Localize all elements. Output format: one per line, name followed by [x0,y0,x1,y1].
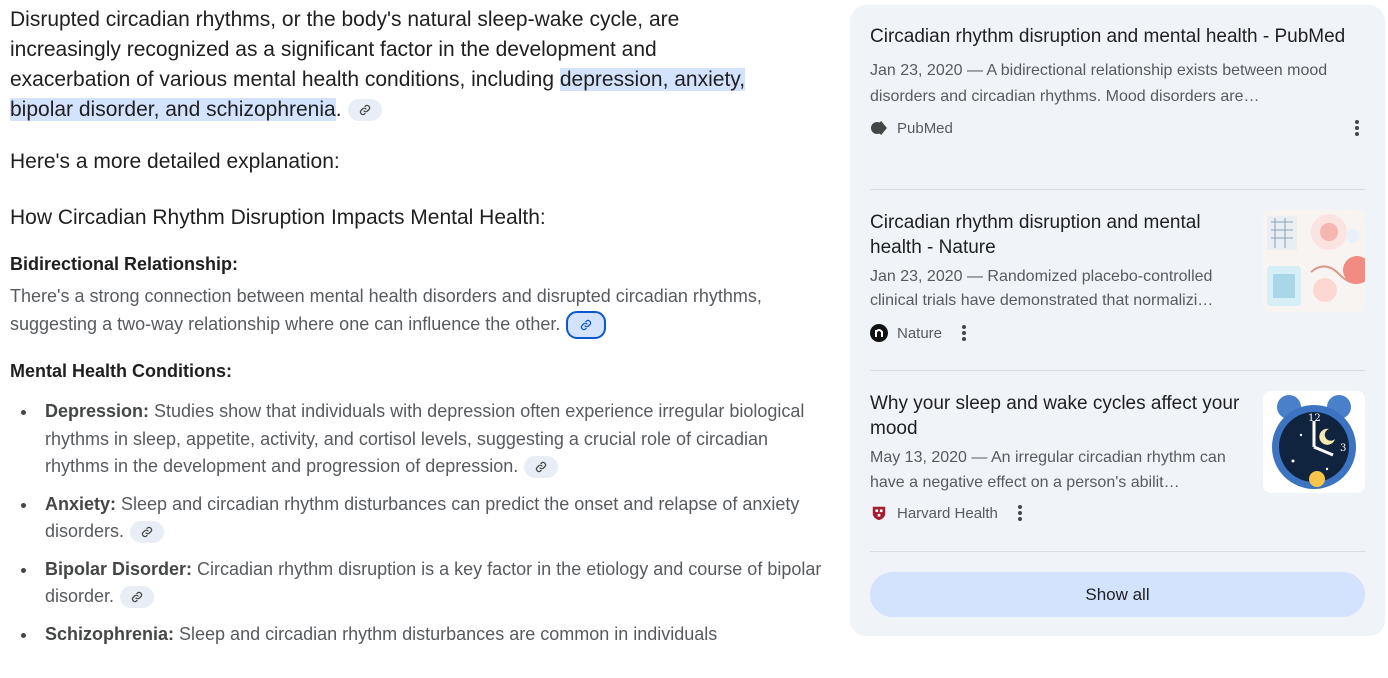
sources-panel: Circadian rhythm disruption and mental h… [850,5,1385,636]
source-footer: Harvard Health [870,504,1245,522]
source-title[interactable]: Why your sleep and wake cycles affect yo… [870,391,1245,441]
conditions-list: Depression: Studies show that individual… [10,398,835,658]
source-title[interactable]: Circadian rhythm disruption and mental h… [870,24,1365,49]
list-item: Bipolar Disorder: Circadian rhythm disru… [21,556,835,611]
divider [870,189,1365,190]
bidirectional-text: There's a strong connection between ment… [10,286,762,334]
nature-logo-icon [870,324,888,342]
list-item: Anxiety: Sleep and circadian rhythm dist… [21,491,835,546]
harvard-shield-icon [870,504,888,522]
condition-term: Depression: [45,401,150,421]
source-name: PubMed [897,119,953,137]
source-thumbnail[interactable] [1263,210,1365,312]
link-icon [536,462,547,473]
intro-paragraph: Disrupted circadian rhythms, or the body… [10,5,770,125]
divider [870,551,1365,552]
link-icon [359,105,370,116]
more-options-icon[interactable] [962,325,967,341]
source-card[interactable]: Circadian rhythm disruption and mental h… [870,24,1365,137]
condition-text: Studies show that individuals with depre… [45,401,805,476]
section-heading: How Circadian Rhythm Disruption Impacts … [10,206,546,229]
more-options-icon[interactable] [1017,505,1022,521]
citation-link-button[interactable] [566,311,607,340]
link-icon [131,592,143,603]
source-thumbnail[interactable]: 12 3 [1263,391,1365,493]
source-snippet: Jan 23, 2020 — Randomized placebo-contro… [870,268,1214,309]
pubmed-logo-icon [870,119,888,137]
source-name: Harvard Health [897,504,998,522]
source-footer: Nature [870,324,1245,342]
list-item: Schizophrenia: Sleep and circadian rhyth… [21,621,835,649]
more-options-icon[interactable] [1355,120,1359,136]
link-icon [141,527,153,538]
show-all-button[interactable]: Show all [870,572,1365,617]
source-card[interactable]: Why your sleep and wake cycles affect yo… [870,391,1365,522]
citation-link-button[interactable] [347,99,382,122]
source-snippet: Jan 23, 2020 — A bidirectional relations… [870,62,1328,105]
condition-term: Anxiety: [45,493,117,514]
alarm-clock-image: 12 3 [1263,391,1365,493]
intro-end: . [335,98,342,121]
source-title[interactable]: Circadian rhythm disruption and mental h… [870,210,1245,260]
source-snippet: May 13, 2020 — An irregular circadian rh… [870,449,1226,491]
source-name: Nature [897,324,943,342]
citation-link-button[interactable] [130,521,165,544]
link-icon [581,320,592,331]
bidirectional-paragraph: There's a strong connection between ment… [10,282,800,340]
citation-link-button[interactable] [120,586,155,609]
circadian-diagram-image [1263,210,1365,312]
explanation-lead: Here's a more detailed explanation: [10,150,340,173]
divider [870,370,1365,371]
source-card[interactable]: Circadian rhythm disruption and mental h… [870,210,1365,342]
condition-text: Sleep and circadian rhythm disturbances … [174,623,718,644]
condition-term: Schizophrenia: [45,623,175,644]
svg-text:3: 3 [1340,443,1346,454]
bidirectional-heading: Bidirectional Relationship: [10,254,239,274]
citation-link-button[interactable] [524,456,559,479]
conditions-heading: Mental Health Conditions: [10,361,232,381]
source-footer: PubMed [870,119,1365,137]
svg-text:12: 12 [1308,413,1321,424]
list-item: Depression: Studies show that individual… [21,398,835,481]
condition-term: Bipolar Disorder: [45,558,193,579]
